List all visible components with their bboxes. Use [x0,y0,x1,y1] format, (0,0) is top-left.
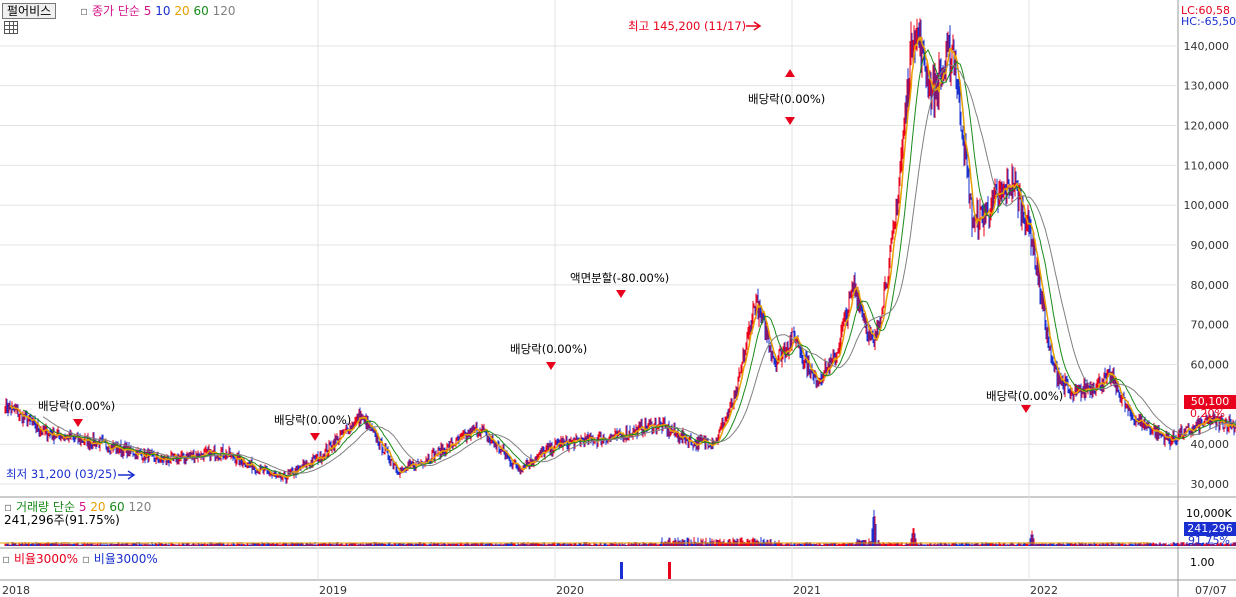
y-tick-label: 80,000 [1191,279,1230,292]
x-tick-label: 2021 [793,584,821,597]
high-label: 최고 145,200 (11/17) [628,19,747,33]
x-tick-label: 2019 [319,584,347,597]
event-label: 배당락(0.00%) [38,399,116,413]
ma20-period: 20 [174,4,190,18]
ratio-marker [620,562,623,579]
stock-chart[interactable]: 30,00040,00050,00060,00070,00080,00090,0… [0,0,1236,597]
y-tick-label: 70,000 [1191,319,1230,332]
y-tick-label: 60,000 [1191,359,1230,372]
event-label: 배당락(0.00%) [986,389,1064,403]
vma20-period: 20 [90,500,106,514]
event-label: 액면분할(-80.00%) [570,271,670,285]
x-tick-label: 07/07 [1195,584,1227,597]
volume-legend-label: 거래량 단순 [15,500,75,514]
volume-legend: ▫ 거래량 단순 5 20 60 120 [4,500,152,514]
vma60-period: 60 [109,500,125,514]
y-tick-label: 100,000 [1184,199,1230,212]
ma120-period: 120 [212,4,236,18]
y-tick-label: 30,000 [1191,478,1230,491]
y-tick-label: 140,000 [1184,40,1230,53]
ratio-legend: ▫ 비율3000% ▫ 비율3000% [2,552,158,566]
event-label: 배당락(0.00%) [510,342,588,356]
low-label: 최저 31,200 (03/25) [6,467,117,481]
ratio-marker [668,562,671,579]
volume-value: 241,296주(91.75%) [4,513,120,527]
ratio-label-2: 비율3000% [93,552,158,566]
y-tick-label: 120,000 [1184,120,1230,133]
ma60-period: 60 [193,4,209,18]
x-tick-label: 2022 [1030,584,1058,597]
grid-icon[interactable] [4,21,18,34]
vma5-period: 5 [78,500,87,514]
ticker-selector[interactable]: 펄어비스 [2,3,57,19]
ratio-label-1: 비율3000% [13,552,78,566]
event-label: 배당락(0.00%) [748,92,826,106]
hc-value: HC:-65,50 [1181,15,1236,28]
vma120-period: 120 [128,500,152,514]
price-legend: ▫ 종가 단순 5 10 20 60 120 [80,4,236,18]
event-label: 배당락(0.00%) [274,413,352,427]
current-change: 0.20% [1190,407,1225,420]
x-tick-label: 2018 [2,584,30,597]
ratio-axis-label: 1.00 [1190,556,1215,569]
y-tick-label: 40,000 [1191,438,1230,451]
ma10-period: 10 [155,4,171,18]
x-tick-label: 2020 [556,584,584,597]
y-tick-label: 130,000 [1184,80,1230,93]
volume-axis-label: 10,000K [1186,507,1232,520]
y-tick-label: 90,000 [1191,239,1230,252]
price-legend-label: 종가 단순 [91,4,140,18]
y-tick-label: 110,000 [1184,159,1230,172]
volume-pct: 91.75% [1188,534,1230,547]
ma5-period: 5 [143,4,152,18]
